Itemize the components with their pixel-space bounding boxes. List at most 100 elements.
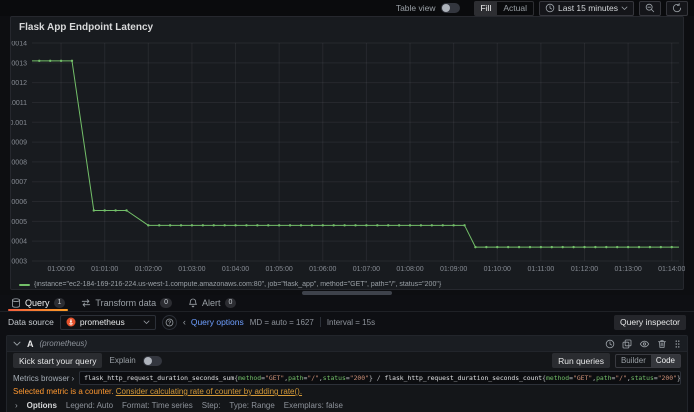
collapse-chevron-icon[interactable] [13, 341, 21, 347]
svg-text:0.0009: 0.0009 [11, 140, 27, 147]
svg-text:0.0013: 0.0013 [11, 60, 27, 67]
tab-transform-label: Transform data [95, 298, 157, 308]
chevron-down-icon [621, 6, 628, 10]
kickstart-query-button[interactable]: Kick start your query [13, 353, 103, 368]
chevron-right-icon: ‹ [182, 317, 186, 327]
option-type: Type: Range [229, 401, 275, 410]
panel-edit-toolbar: Table view Fill Actual Last 15 minutes [0, 0, 694, 16]
remove-query-icon[interactable] [657, 339, 667, 349]
fill-button[interactable]: Fill [474, 1, 498, 15]
query-inspector-button[interactable]: Query inspector [614, 314, 686, 330]
svg-text:01:09:00: 01:09:00 [440, 266, 467, 273]
svg-text:01:05:00: 01:05:00 [266, 266, 293, 273]
builder-mode-button[interactable]: Builder [616, 355, 651, 367]
svg-text:01:03:00: 01:03:00 [178, 266, 205, 273]
toggle-visibility-icon[interactable] [639, 339, 650, 349]
svg-text:01:12:00: 01:12:00 [571, 266, 598, 273]
table-view-toggle[interactable] [440, 3, 460, 13]
fill-actual-group: Fill Actual [473, 0, 534, 16]
splitter-drag-handle[interactable] [302, 290, 392, 295]
grafana-panel-edit: Table view Fill Actual Last 15 minutes F… [0, 0, 694, 412]
run-queries-button[interactable]: Run queries [552, 353, 610, 368]
time-range-label: Last 15 minutes [557, 3, 618, 13]
svg-text:01:00:00: 01:00:00 [47, 266, 74, 273]
bell-icon [189, 298, 197, 308]
divider [319, 317, 321, 327]
toggle-knob [441, 4, 450, 12]
chevron-down-icon [143, 320, 150, 324]
explain-label: Explain [109, 356, 136, 365]
builder-code-switch: Builder Code [614, 353, 681, 368]
tab-query[interactable]: Query 1 [4, 295, 72, 311]
zoom-out-icon [645, 3, 655, 13]
promql-editor-row: Metrics browser › flask_http_request_dur… [7, 369, 687, 385]
query-options-toggle[interactable]: ‹ Query options [183, 317, 244, 327]
time-range-picker[interactable]: Last 15 minutes [538, 0, 634, 16]
tab-alert-label: Alert [202, 298, 221, 308]
chart-legend: {instance="ec2-184-169-216-224.us-west-1… [19, 281, 669, 288]
svg-text:0.001: 0.001 [11, 120, 27, 127]
query-history-icon[interactable] [605, 339, 615, 349]
zoom-out-button[interactable] [639, 0, 661, 16]
database-icon [11, 298, 21, 308]
tab-transform[interactable]: Transform data 0 [74, 295, 179, 311]
svg-text:0.0004: 0.0004 [11, 239, 27, 246]
datasource-name: prometheus [79, 317, 125, 327]
query-row-actions [605, 339, 681, 349]
warning-text: Selected metric is a counter. [13, 387, 114, 396]
tab-alert[interactable]: Alert 0 [181, 295, 243, 311]
svg-text:01:01:00: 01:01:00 [91, 266, 118, 273]
chevron-right-icon: › [71, 373, 75, 383]
svg-text:01:07:00: 01:07:00 [353, 266, 380, 273]
svg-text:0.0008: 0.0008 [11, 159, 27, 166]
svg-text:0.0005: 0.0005 [11, 219, 27, 226]
legend-series-label[interactable]: {instance="ec2-184-169-216-224.us-west-1… [34, 281, 441, 288]
svg-text:01:14:00: 01:14:00 [658, 266, 685, 273]
panel-title[interactable]: Flask App Endpoint Latency [11, 17, 683, 33]
prometheus-icon [66, 317, 76, 327]
svg-text:01:13:00: 01:13:00 [614, 266, 641, 273]
svg-text:01:06:00: 01:06:00 [309, 266, 336, 273]
metrics-browser-label: Metrics browser [13, 373, 70, 383]
warning-rate-link[interactable]: Consider calculating rate of counter by … [116, 387, 302, 396]
editor-tabs: Query 1 Transform data 0 Alert 0 [0, 295, 694, 312]
max-data-points-value: MD = auto = 1627 [249, 317, 314, 327]
promql-expression-input[interactable]: flask_http_request_duration_seconds_sum{… [79, 371, 681, 385]
tab-transform-count: 0 [160, 298, 173, 308]
table-view-label: Table view [395, 3, 436, 13]
refresh-icon [672, 3, 682, 13]
datasource-select[interactable]: prometheus [59, 314, 156, 330]
svg-text:0.0007: 0.0007 [11, 179, 27, 186]
option-exemplars: Exemplars: false [283, 401, 343, 410]
drag-handle-icon[interactable] [674, 339, 681, 349]
help-icon [165, 318, 174, 326]
timeseries-chart[interactable]: 0.0003 0.0004 0.0005 0.0006 0.0007 0.0008 0.00… [11, 41, 685, 279]
tab-query-count: 1 [53, 298, 66, 308]
query-editor-section: Query 1 Transform data 0 Alert 0 Data so… [0, 295, 694, 412]
datasource-help-button[interactable] [161, 314, 177, 330]
refresh-button[interactable] [666, 0, 688, 16]
query-row-header[interactable]: A (prometheus) [7, 336, 687, 352]
duplicate-query-icon[interactable] [622, 339, 632, 349]
svg-text:0.0012: 0.0012 [11, 80, 27, 87]
metrics-browser-button[interactable]: Metrics browser › [13, 374, 74, 383]
clock-icon [545, 3, 555, 13]
svg-text:0.0014: 0.0014 [11, 41, 27, 48]
svg-text:0.0011: 0.0011 [11, 100, 27, 107]
interval-value: Interval = 15s [326, 317, 376, 327]
query-options-label: Query options [190, 317, 244, 327]
datasource-label: Data source [8, 317, 54, 327]
query-datasource-hint: (prometheus) [39, 339, 88, 348]
transform-icon [82, 299, 91, 307]
code-mode-button[interactable]: Code [650, 354, 680, 367]
svg-text:0.0006: 0.0006 [11, 199, 27, 206]
tab-query-label: Query [25, 298, 50, 308]
svg-text:01:02:00: 01:02:00 [135, 266, 162, 273]
explain-toggle[interactable] [142, 355, 162, 366]
query-row-card: A (prometheus) Kick start your query Exp… [6, 335, 688, 412]
options-title[interactable]: Options [27, 401, 57, 410]
query-options-summary: › Options Legend: Auto Format: Time seri… [7, 396, 687, 412]
actual-button[interactable]: Actual [497, 2, 533, 15]
query-ref-id: A [27, 338, 34, 349]
toggle-knob [143, 356, 152, 365]
